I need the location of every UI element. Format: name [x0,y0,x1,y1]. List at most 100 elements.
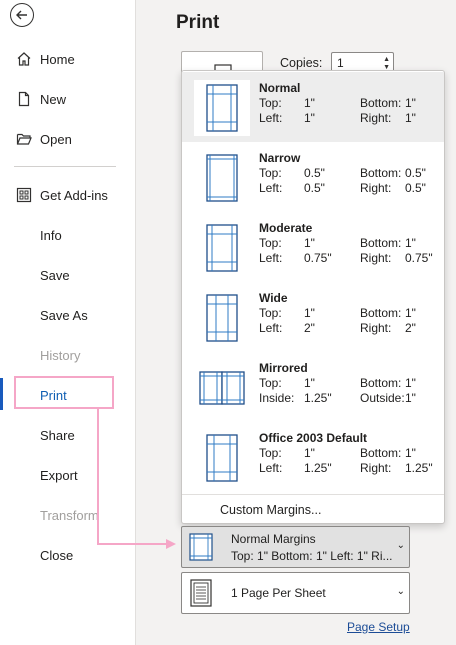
pages-per-sheet-dropdown[interactable]: 1 Page Per Sheet ⌄ [181,572,410,614]
option-value: 1.25" [304,461,332,475]
option-value: 0.5" [304,166,325,180]
option-label: Right: [360,111,392,125]
home-icon [17,52,31,66]
option-value: 1" [304,96,315,110]
option-value: 1" [304,236,315,250]
option-label: Right: [360,321,392,335]
margins-office-2003-icon [206,434,238,482]
option-label: Left: [259,251,283,265]
nav-get-add-ins-label: Get Add-ins [40,187,108,203]
single-page-icon [190,579,212,607]
nav-separator [14,166,116,167]
option-value: 1" [405,96,416,110]
margin-option-office-2003-default[interactable]: Office 2003 Default Top: 1" Bottom: 1" L… [182,422,444,492]
margin-option-narrow[interactable]: Narrow Top: 0.5" Bottom: 0.5" Left: 0.5"… [182,142,444,212]
option-label: Bottom: [360,236,402,250]
nav-save-label: Save [40,267,70,283]
chevron-down-icon: ⌄ [396,586,405,597]
option-value: 1" [405,306,416,320]
option-label: Top: [259,306,282,320]
option-label: Bottom: [360,166,402,180]
nav-transform: Transform [0,500,136,530]
option-name: Office 2003 Default [259,431,368,445]
option-name: Wide [259,291,288,305]
margins-narrow-icon [206,154,238,202]
option-label: Outside: [360,391,405,405]
nav-home-label: Home [40,51,75,67]
copies-up-icon[interactable]: ▲ [383,56,390,63]
option-value: 0.75" [304,251,332,265]
nav-open[interactable]: Open [0,124,136,154]
option-label: Right: [360,181,392,195]
custom-margins-item[interactable]: Custom Margins... [220,503,321,517]
page-title: Print [176,12,220,33]
chevron-down-icon: ⌄ [396,540,405,551]
option-name: Moderate [259,221,313,235]
margins-setting-detail: Top: 1" Bottom: 1" Left: 1" Ri... [231,549,393,563]
nav-open-label: Open [40,131,72,147]
option-label: Top: [259,236,282,250]
option-label: Inside: [259,391,295,405]
option-value: 1" [405,376,416,390]
margins-wide-icon [206,294,238,342]
option-label: Left: [259,111,283,125]
nav-close[interactable]: Close [0,540,136,570]
nav-transform-label: Transform [40,507,99,523]
margins-dropdown: Normal Top: 1" Bottom: 1" Left: 1" Right… [181,70,445,524]
copies-label: Copies: [280,56,323,70]
option-name: Normal [259,81,301,95]
menu-separator [182,494,444,495]
option-label: Top: [259,446,282,460]
margin-option-normal[interactable]: Normal Top: 1" Bottom: 1" Left: 1" Right… [182,72,444,142]
option-value: 0.5" [405,166,426,180]
backstage-nav: Home New Open Get Add-ins Info Save Save… [0,0,136,645]
open-folder-icon [16,133,32,145]
margins-mirrored-icon [199,371,245,405]
option-value: 1.25" [405,461,433,475]
nav-info[interactable]: Info [0,220,136,250]
option-label: Right: [360,461,392,475]
nav-export-label: Export [40,467,78,483]
nav-history: History [0,340,136,370]
option-label: Top: [259,96,282,110]
nav-close-label: Close [40,547,74,563]
margins-normal-icon [194,80,250,136]
new-document-icon [18,91,30,107]
margin-option-wide[interactable]: Wide Top: 1" Bottom: 1" Left: 2" Right: … [182,282,444,352]
option-label: Bottom: [360,376,402,390]
nav-get-add-ins[interactable]: Get Add-ins [0,180,136,210]
option-value: 1" [304,376,315,390]
option-label: Bottom: [360,446,402,460]
option-value: 0.5" [405,181,426,195]
option-value: 1" [405,111,416,125]
option-name: Narrow [259,151,301,165]
option-value: 0.75" [405,251,433,265]
margin-option-moderate[interactable]: Moderate Top: 1" Bottom: 1" Left: 0.75" … [182,212,444,282]
nav-home[interactable]: Home [0,44,136,74]
margins-setting-title: Normal Margins [231,532,316,546]
option-value: 2" [304,321,315,335]
nav-export[interactable]: Export [0,460,136,490]
margins-setting-dropdown[interactable]: Normal Margins Top: 1" Bottom: 1" Left: … [181,526,410,568]
back-button[interactable] [10,3,34,27]
option-label: Bottom: [360,306,402,320]
nav-save[interactable]: Save [0,260,136,290]
nav-share[interactable]: Share [0,420,136,450]
option-value: 1" [304,306,315,320]
option-label: Left: [259,181,283,195]
page-margins-icon [189,533,213,561]
nav-save-as[interactable]: Save As [0,300,136,330]
copies-value: 1 [337,56,344,70]
option-label: Left: [259,461,283,475]
margin-option-mirrored[interactable]: Mirrored Top: 1" Bottom: 1" Inside: 1.25… [182,352,444,422]
page-setup-link[interactable]: Page Setup [347,620,410,634]
nav-info-label: Info [40,227,62,243]
option-value: 1" [405,236,416,250]
nav-history-label: History [40,347,81,363]
back-arrow-icon [16,10,27,20]
option-label: Top: [259,166,282,180]
option-value: 1" [405,391,416,405]
nav-new[interactable]: New [0,84,136,114]
option-value: 1" [304,111,315,125]
nav-new-label: New [40,91,67,107]
